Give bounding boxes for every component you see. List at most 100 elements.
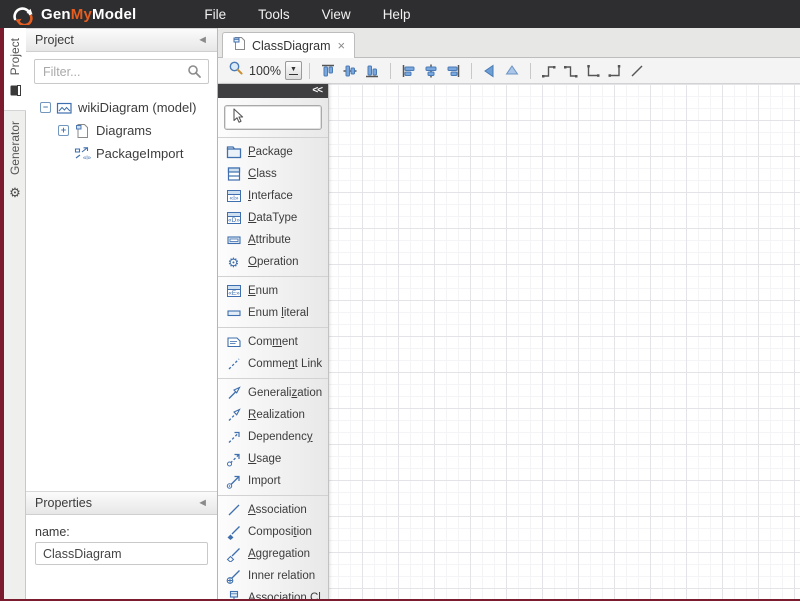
menubar: FileToolsViewHelp <box>188 2 426 27</box>
connector-corner-br-button[interactable] <box>604 60 626 82</box>
search-icon <box>187 64 202 84</box>
palette-item-label: Import <box>248 475 281 487</box>
properties-panel-header: Properties ◄ <box>26 491 217 515</box>
zoom-dropdown-button[interactable]: ▼ <box>285 61 302 80</box>
datatype-icon: «D» <box>225 210 242 226</box>
align-middle-button[interactable] <box>339 60 361 82</box>
svg-text:«D»: «D» <box>228 217 240 224</box>
align-top-button[interactable] <box>317 60 339 82</box>
connector-step-up-button[interactable] <box>538 60 560 82</box>
toolbar-separator <box>471 63 472 79</box>
palette-item-attribute[interactable]: Attribute <box>218 229 328 251</box>
notebook-icon <box>9 84 22 102</box>
connector-corner-bl-button[interactable] <box>582 60 604 82</box>
palette-item-label: Enum literal <box>248 307 309 319</box>
palette-item-label: Comment <box>248 336 298 348</box>
expand-node-icon[interactable]: + <box>58 125 69 136</box>
palette-item-datatype[interactable]: «D» DataType <box>218 207 328 229</box>
palette-item-label: Inner relation <box>248 570 315 582</box>
align-center-button[interactable] <box>420 60 442 82</box>
palette-item-generalization[interactable]: Generalization <box>218 382 328 404</box>
flip-horizontal-button[interactable] <box>479 60 501 82</box>
palette-separator <box>218 495 328 496</box>
app-window: GenMyModel FileToolsViewHelp ProjectGene… <box>0 0 800 601</box>
palette-item-commentlink[interactable]: Comment Link <box>218 353 328 375</box>
palette-item-association[interactable]: Association <box>218 499 328 521</box>
tab-classdiagram[interactable]: ClassDiagram × <box>222 32 355 58</box>
align-right-button[interactable] <box>442 60 464 82</box>
palette-collapse-button[interactable]: << <box>218 84 328 98</box>
rail-tab-project[interactable]: Project <box>4 28 26 111</box>
palette-item-label: Dependency <box>248 431 313 443</box>
collapse-panel-icon[interactable]: ◄ <box>197 498 208 509</box>
toolbar-groups <box>302 60 648 82</box>
tool-palette: << Package Class «I»Interface «D» DataType At… <box>218 84 329 601</box>
genmymodel-logo[interactable]: GenMyModel <box>8 4 136 25</box>
close-tab-icon[interactable]: × <box>338 39 346 52</box>
tree-node-label: PackageImport <box>96 146 183 161</box>
menu-help[interactable]: Help <box>367 2 427 27</box>
palette-separator <box>218 378 328 379</box>
connector-diagonal-button[interactable] <box>626 60 648 82</box>
palette-item-realization[interactable]: Realization <box>218 404 328 426</box>
flip-vertical-button[interactable] <box>501 60 523 82</box>
palette-item-label: Package <box>248 146 293 158</box>
properties-panel-title: Properties <box>35 496 92 510</box>
toolbar-separator <box>390 63 391 79</box>
palette-item-enumliteral[interactable]: Enum literal <box>218 302 328 324</box>
cloud-logo-icon <box>8 4 36 25</box>
palette-item-class[interactable]: Class <box>218 163 328 185</box>
realization-icon <box>225 407 242 423</box>
properties-body: name: <box>26 515 217 575</box>
palette-item-package[interactable]: Package <box>218 141 328 163</box>
palette-separator <box>218 137 328 138</box>
palette-item-label: Class <box>248 168 277 180</box>
class-icon <box>225 166 242 182</box>
connector-step-down-button[interactable] <box>560 60 582 82</box>
aggregation-icon <box>225 546 242 562</box>
align-bottom-button[interactable] <box>361 60 383 82</box>
innerrelation-icon <box>225 568 242 584</box>
palette-item-label: Enum <box>248 285 278 297</box>
palette-item-enum[interactable]: «E» Enum <box>218 280 328 302</box>
collapse-panel-icon[interactable]: ◄ <box>197 35 208 46</box>
diagram-tabbar: ClassDiagram × <box>218 28 800 58</box>
tree-node[interactable]: −wikiDiagram (model) <box>40 96 217 119</box>
operation-icon: ⚙ <box>225 254 242 270</box>
svg-text:«i»: «i» <box>83 155 91 161</box>
gear-icon: ⚙ <box>9 184 21 202</box>
diagram-canvas[interactable]: << Package Class «I»Interface «D» DataType At… <box>218 84 800 601</box>
usage-icon <box>225 451 242 467</box>
palette-item-aggregation[interactable]: Aggregation <box>218 543 328 565</box>
main-area: ClassDiagram × 100% ▼ <box>218 28 800 601</box>
zoom-level-value: 100% <box>249 64 281 78</box>
palette-item-comment[interactable]: Comment <box>218 331 328 353</box>
tree-node[interactable]: +Diagrams <box>40 119 217 142</box>
project-panel-title: Project <box>35 33 74 47</box>
collapse-node-icon[interactable]: − <box>40 102 51 113</box>
diagram-toolbar: 100% ▼ <box>218 58 800 84</box>
palette-item-label: DataType <box>248 212 297 224</box>
palette-item-interface[interactable]: «I»Interface <box>218 185 328 207</box>
zoom-control: 100% ▼ <box>228 60 302 81</box>
palette-item-composition[interactable]: Composition <box>218 521 328 543</box>
svg-text:«E»: «E» <box>228 290 240 297</box>
filter-input[interactable] <box>34 59 209 84</box>
svg-text:«I»: «I» <box>229 195 238 202</box>
menu-tools[interactable]: Tools <box>242 2 306 27</box>
select-tool-button[interactable] <box>224 105 322 130</box>
name-field[interactable] <box>35 542 208 565</box>
palette-item-innerrelation[interactable]: Inner relation <box>218 565 328 587</box>
menu-view[interactable]: View <box>306 2 367 27</box>
menu-file[interactable]: File <box>188 2 242 27</box>
palette-item-usage[interactable]: Usage <box>218 448 328 470</box>
project-tree: −wikiDiagram (model)+Diagrams «i» PackageI… <box>26 90 217 491</box>
align-left-button[interactable] <box>398 60 420 82</box>
rail-tab-generator[interactable]: Generator⚙ <box>4 111 26 210</box>
palette-item-label: Usage <box>248 453 281 465</box>
import-icon <box>225 473 242 489</box>
tree-node[interactable]: «i» PackageImport <box>40 142 217 165</box>
palette-item-dependency[interactable]: Dependency <box>218 426 328 448</box>
palette-item-import[interactable]: Import <box>218 470 328 492</box>
palette-item-operation[interactable]: ⚙Operation <box>218 251 328 273</box>
